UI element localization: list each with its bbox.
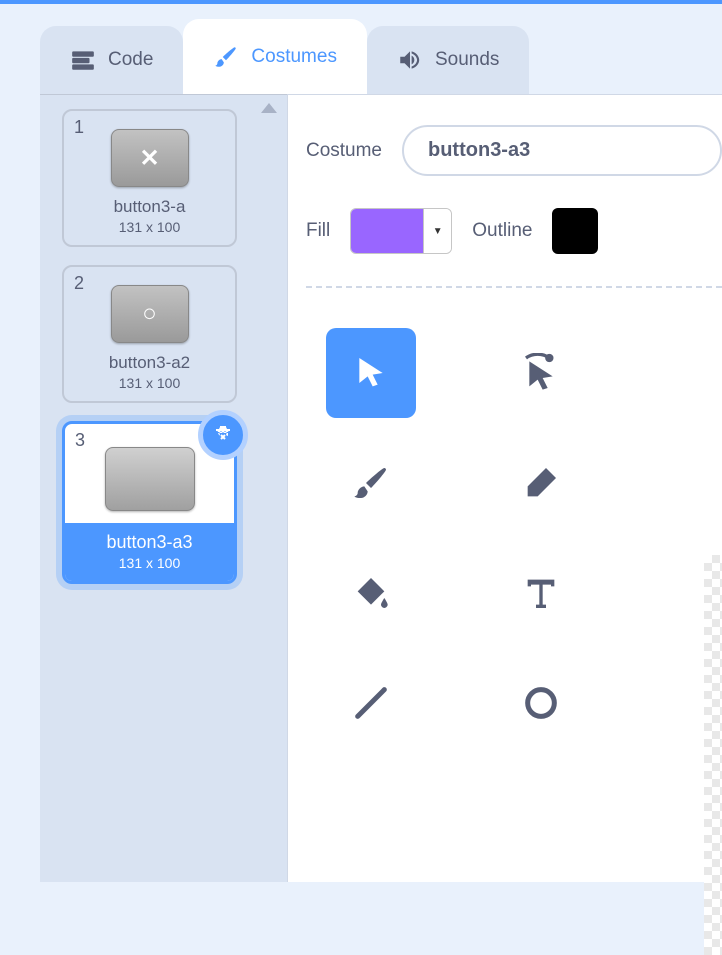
brush-tool[interactable] <box>326 438 416 528</box>
fill-outline-row: Fill ▼ Outline <box>306 208 722 254</box>
costume-label: Costume <box>306 140 382 162</box>
tab-costumes-label: Costumes <box>251 46 337 68</box>
costume-index: 1 <box>74 117 84 138</box>
sound-icon <box>397 47 423 73</box>
circle-icon <box>521 683 561 723</box>
costume-name-row: Costume <box>306 125 722 176</box>
cursor-icon <box>351 353 391 393</box>
paintbrush-icon <box>213 44 239 70</box>
costume-item-2[interactable]: 2 ○ button3-a2 131 x 100 <box>62 265 237 403</box>
costume-editor: Costume Fill ▼ Outline <box>287 94 722 882</box>
costume-dimensions: 131 x 100 <box>64 219 235 235</box>
costume-name-input[interactable] <box>402 125 722 176</box>
circle-tool[interactable] <box>496 658 586 748</box>
costume-thumbnail: ✕ <box>111 129 189 187</box>
costume-list: 1 ✕ button3-a 131 x 100 2 ○ button3-a2 1… <box>40 95 287 598</box>
brush-icon <box>351 463 391 503</box>
select-tool[interactable] <box>326 328 416 418</box>
costume-name: button3-a2 <box>64 353 235 373</box>
chevron-down-icon[interactable]: ▼ <box>423 209 451 253</box>
code-icon <box>70 47 96 73</box>
costume-sidebar: 1 ✕ button3-a 131 x 100 2 ○ button3-a2 1… <box>40 94 287 882</box>
costume-index: 3 <box>75 430 85 451</box>
fill-color-picker[interactable]: ▼ <box>350 208 452 254</box>
text-tool[interactable] <box>496 548 586 638</box>
line-tool[interactable] <box>326 658 416 748</box>
tab-code[interactable]: Code <box>40 26 183 94</box>
fill-tool[interactable] <box>326 548 416 638</box>
tab-sounds-label: Sounds <box>435 49 499 71</box>
delete-costume-button[interactable] <box>198 410 248 460</box>
reshape-icon <box>521 353 561 393</box>
tab-costumes[interactable]: Costumes <box>183 19 367 94</box>
line-icon <box>351 683 391 723</box>
main: 1 ✕ button3-a 131 x 100 2 ○ button3-a2 1… <box>40 94 722 882</box>
costume-name: button3-a3 <box>65 532 234 553</box>
costume-item-3[interactable]: 3 button3-a3 131 x 100 <box>62 421 237 584</box>
divider <box>306 286 722 288</box>
outline-label: Outline <box>472 220 532 242</box>
costume-name: button3-a <box>64 197 235 217</box>
costume-thumbnail <box>105 447 195 511</box>
fill-swatch <box>351 209 423 253</box>
reshape-tool[interactable] <box>496 328 586 418</box>
paint-bucket-icon <box>351 573 391 613</box>
costume-index: 2 <box>74 273 84 294</box>
outline-color-picker[interactable] <box>552 208 598 254</box>
costume-dimensions: 131 x 100 <box>65 555 234 571</box>
eraser-tool[interactable] <box>496 438 586 528</box>
costume-info-bar: button3-a3 131 x 100 <box>65 523 234 581</box>
costume-dimensions: 131 x 100 <box>64 375 235 391</box>
canvas-checker-edge <box>704 555 722 955</box>
costume-item-1[interactable]: 1 ✕ button3-a 131 x 100 <box>62 109 237 247</box>
trash-icon <box>211 423 235 447</box>
costume-thumbnail: ○ <box>111 285 189 343</box>
fill-label: Fill <box>306 220 330 242</box>
tab-code-label: Code <box>108 49 153 71</box>
text-icon <box>521 573 561 613</box>
tool-palette <box>326 328 722 748</box>
scroll-up-icon[interactable] <box>261 103 277 113</box>
tabs: Code Costumes Sounds <box>40 19 722 94</box>
eraser-icon <box>521 463 561 503</box>
tab-sounds[interactable]: Sounds <box>367 26 529 94</box>
